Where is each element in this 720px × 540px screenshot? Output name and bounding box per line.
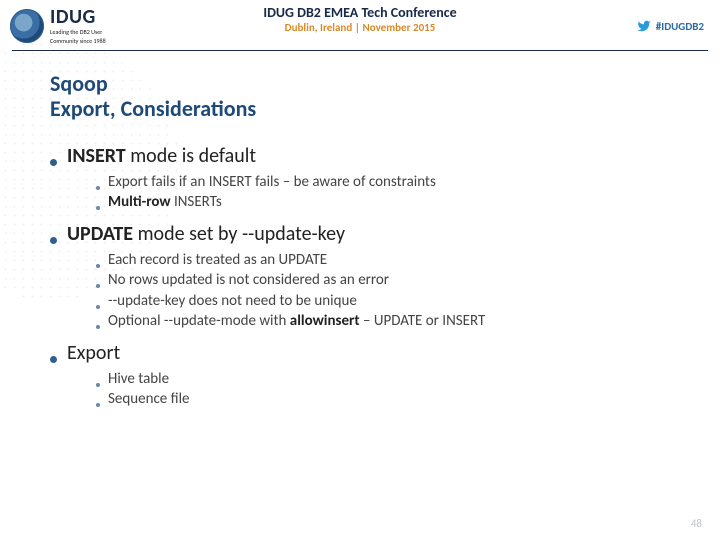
hashtag-text: #IDUGDB2 — [656, 20, 704, 33]
sub-item: Optional --update-mode with allowinsert … — [96, 311, 680, 331]
brand-tagline-1: Leading the DB2 User — [50, 29, 106, 36]
bullet-disc-icon — [50, 356, 57, 363]
page-number: 48 — [691, 517, 702, 530]
sub-text: Export fails if an INSERT fails – be awa… — [108, 172, 436, 192]
bullet-list: INSERT mode is default Export fails if a… — [50, 144, 680, 410]
bullet-item: Export Hive table Sequence file — [50, 341, 680, 410]
sub-text: Multi-row INSERTs — [108, 192, 222, 212]
sub-disc-icon — [96, 186, 100, 190]
sub-item: Hive table — [96, 369, 680, 389]
sub-list: Each record is treated as an UPDATE No r… — [96, 250, 680, 331]
sub-text: Hive table — [108, 369, 169, 389]
sub-disc-icon — [96, 264, 100, 268]
brand-name: IDUG — [50, 7, 106, 27]
hashtag-block: #IDUGDB2 — [636, 19, 704, 33]
sub-disc-icon — [96, 325, 100, 329]
sub-disc-icon — [96, 383, 100, 387]
twitter-icon — [636, 19, 652, 33]
sub-list: Hive table Sequence file — [96, 369, 680, 410]
sub-item: Each record is treated as an UPDATE — [96, 250, 680, 270]
sub-item: No rows updated is not considered as an … — [96, 270, 680, 290]
slide-header: IDUG Leading the DB2 User Community sinc… — [0, 0, 720, 48]
slide-title: Sqoop Export, Considerations — [50, 71, 680, 122]
sub-item: Export fails if an INSERT fails – be awa… — [96, 172, 680, 192]
sub-text: No rows updated is not considered as an … — [108, 270, 389, 290]
globe-icon — [10, 9, 44, 43]
title-line-2: Export, Considerations — [50, 96, 680, 121]
logo-block: IDUG Leading the DB2 User Community sinc… — [10, 7, 106, 44]
bullet-text: INSERT mode is default — [67, 144, 256, 168]
conference-title: IDUG DB2 EMEA Tech Conference — [263, 4, 456, 21]
conference-heading: IDUG DB2 EMEA Tech Conference Dublin, Ir… — [263, 4, 456, 34]
sub-text: Sequence file — [108, 389, 190, 409]
sub-item: --update-key does not need to be unique — [96, 291, 680, 311]
conference-subtitle: Dublin, Ireland | November 2015 — [263, 21, 456, 34]
bullet-item: UPDATE mode set by --update-key Each rec… — [50, 222, 680, 331]
title-line-1: Sqoop — [50, 70, 108, 97]
sub-text: Each record is treated as an UPDATE — [108, 250, 327, 270]
bullet-disc-icon — [50, 237, 57, 244]
sub-text: --update-key does not need to be unique — [108, 291, 357, 311]
bullet-item: INSERT mode is default Export fails if a… — [50, 144, 680, 213]
sub-disc-icon — [96, 284, 100, 288]
sub-disc-icon — [96, 403, 100, 407]
sub-text: Optional --update-mode with allowinsert … — [108, 311, 485, 331]
sub-disc-icon — [96, 305, 100, 309]
sub-disc-icon — [96, 206, 100, 210]
sub-item: Multi-row INSERTs — [96, 192, 680, 212]
bullet-text: UPDATE mode set by --update-key — [67, 222, 345, 246]
sub-item: Sequence file — [96, 389, 680, 409]
sub-list: Export fails if an INSERT fails – be awa… — [96, 172, 680, 213]
bullet-disc-icon — [50, 159, 57, 166]
bullet-text: Export — [67, 341, 120, 365]
logo-text: IDUG Leading the DB2 User Community sinc… — [50, 7, 106, 44]
slide-content: Sqoop Export, Considerations INSERT mode… — [0, 51, 720, 410]
